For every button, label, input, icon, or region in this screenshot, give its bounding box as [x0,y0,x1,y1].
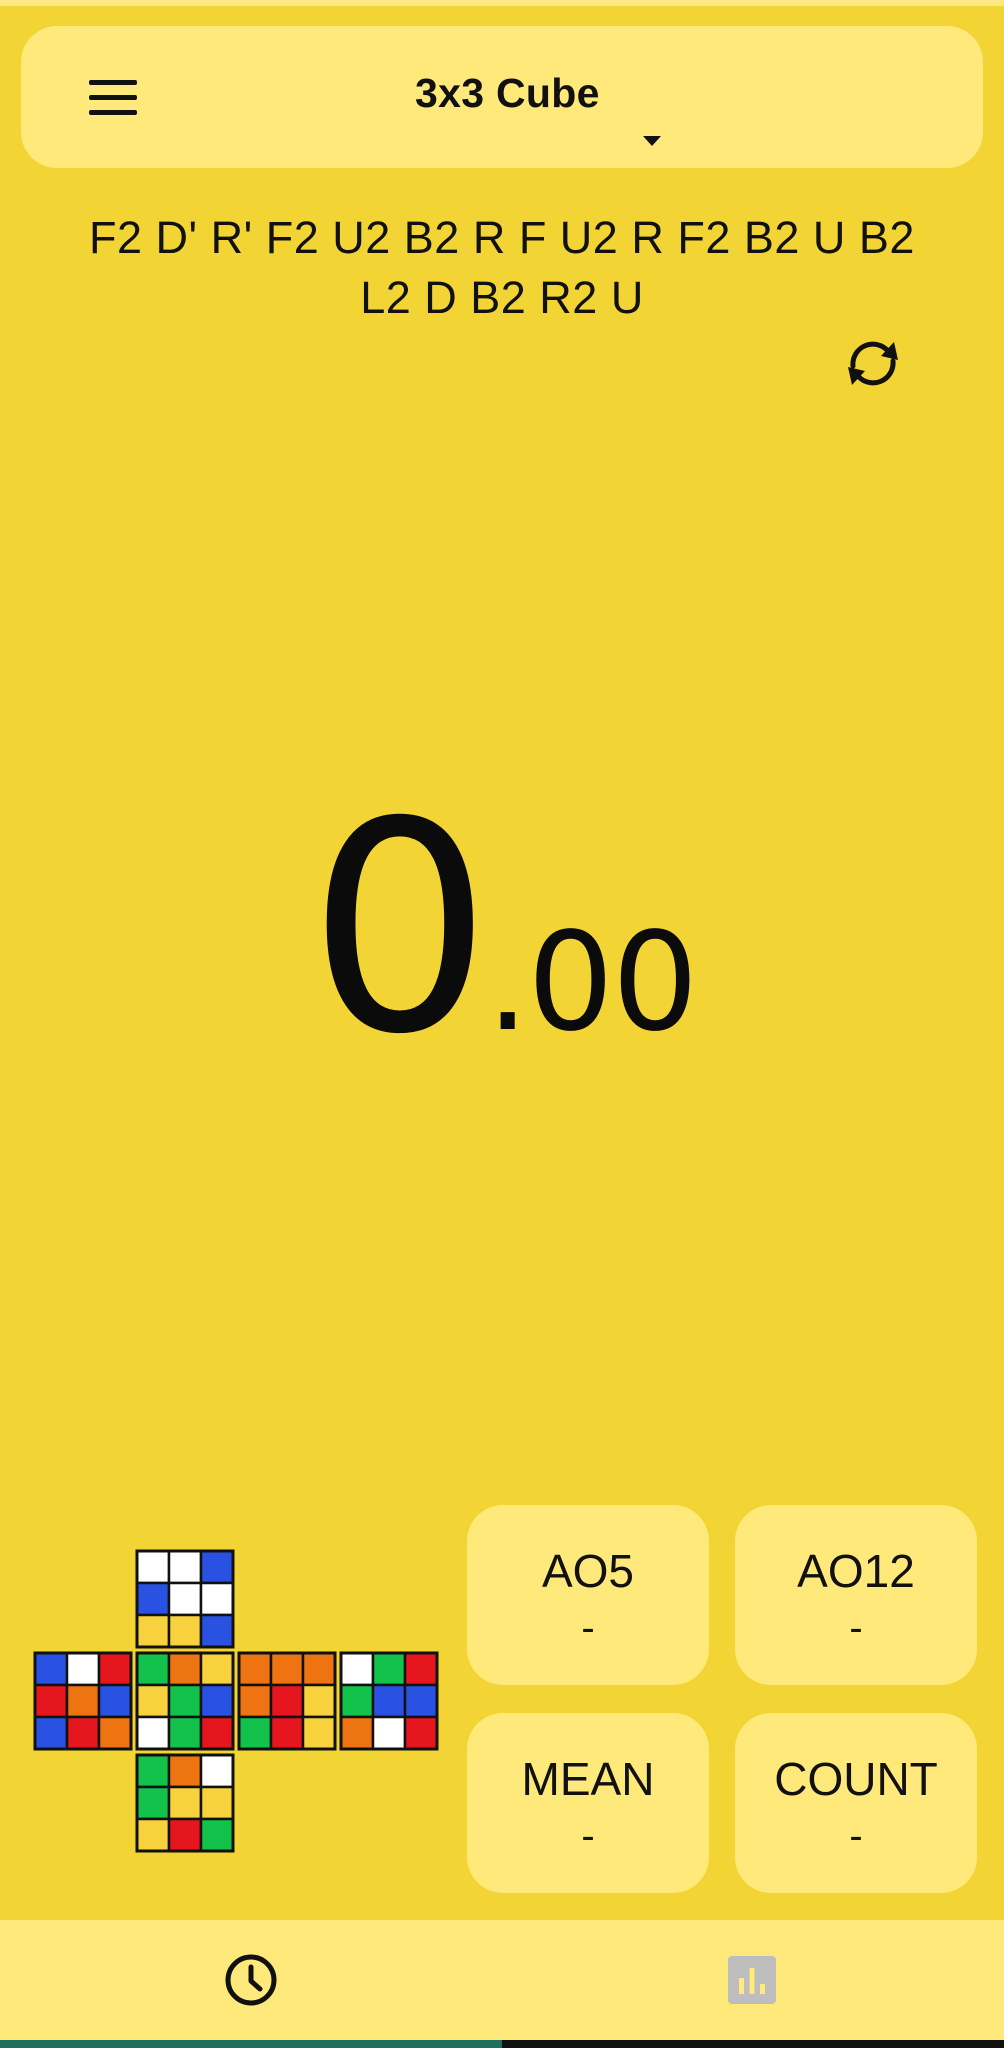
stat-label: COUNT [774,1753,938,1805]
cube-face-front [135,1651,235,1751]
cube-sticker [199,1817,235,1853]
cube-sticker [199,1683,235,1719]
stat-label: AO12 [797,1545,915,1597]
cube-face-right [237,1651,337,1751]
stat-card-mean[interactable]: MEAN - [467,1713,709,1893]
cube-sticker [199,1613,235,1649]
nav-active-indicator [0,2040,502,2048]
cube-sticker [301,1651,337,1687]
cube-sticker [301,1715,337,1751]
stat-value: - [849,1606,863,1650]
cube-sticker [97,1683,133,1719]
cube-sticker [339,1715,375,1751]
cube-sticker [135,1753,171,1789]
cube-sticker [199,1785,235,1821]
cube-sticker [167,1581,203,1617]
cube-sticker [269,1683,305,1719]
stat-card-count[interactable]: COUNT - [735,1713,977,1893]
timer-fraction: .00 [486,904,698,1062]
nav-item-timer[interactable] [0,1920,502,2042]
cube-sticker [167,1683,203,1719]
cube-face-bottom [135,1753,235,1853]
new-scramble-button[interactable] [838,334,908,392]
stat-card-ao12[interactable]: AO12 - [735,1505,977,1685]
cube-sticker [199,1715,235,1751]
stat-label: MEAN [521,1753,655,1805]
cube-sticker [301,1683,337,1719]
cube-sticker [135,1817,171,1853]
stat-value: - [581,1814,595,1858]
cube-sticker [371,1683,407,1719]
cube-sticker [237,1651,273,1687]
cube-sticker [135,1581,171,1617]
refresh-icon [848,341,898,386]
cube-sticker [33,1715,69,1751]
cube-sticker [65,1651,101,1687]
cube-sticker [403,1715,439,1751]
cube-sticker [65,1715,101,1751]
nav-item-statistics[interactable] [502,1920,1004,2042]
cube-sticker [371,1715,407,1751]
cube-sticker [167,1715,203,1751]
caret-down-icon [643,136,661,146]
cube-sticker [199,1753,235,1789]
cube-scramble-preview [33,1549,439,1853]
cube-sticker [167,1613,203,1649]
bar-chart-icon [728,1956,776,2004]
nav-indicator-track [502,2040,1004,2048]
cube-sticker [403,1683,439,1719]
cube-sticker [269,1715,305,1751]
cube-sticker [135,1785,171,1821]
cube-sticker [371,1651,407,1687]
cube-sticker [199,1651,235,1687]
cube-face-back [339,1651,439,1751]
cube-sticker [167,1753,203,1789]
cube-face-left [33,1651,133,1751]
cube-sticker [237,1683,273,1719]
cube-sticker [167,1651,203,1687]
cube-sticker [167,1549,203,1585]
stat-card-ao5[interactable]: AO5 - [467,1505,709,1685]
cube-sticker [269,1651,305,1687]
cube-sticker [167,1785,203,1821]
cube-sticker [403,1651,439,1687]
cube-sticker [167,1817,203,1853]
cube-sticker [135,1651,171,1687]
cube-sticker [33,1683,69,1719]
cube-sticker [199,1549,235,1585]
cube-face-top [135,1549,235,1649]
cube-sticker [199,1581,235,1617]
cube-sticker [237,1715,273,1751]
cube-sticker [339,1683,375,1719]
cube-sticker [339,1651,375,1687]
bottom-navigation [0,1920,1004,2048]
stat-value: - [849,1814,863,1858]
cube-sticker [97,1715,133,1751]
cube-sticker [33,1651,69,1687]
cube-sticker [135,1613,171,1649]
cube-sticker [135,1715,171,1751]
cube-sticker [135,1683,171,1719]
cube-sticker [65,1683,101,1719]
cube-sticker [97,1651,133,1687]
stat-value: - [581,1606,595,1650]
clock-icon [225,1954,277,2006]
stat-label: AO5 [541,1545,635,1597]
cube-sticker [135,1549,171,1585]
